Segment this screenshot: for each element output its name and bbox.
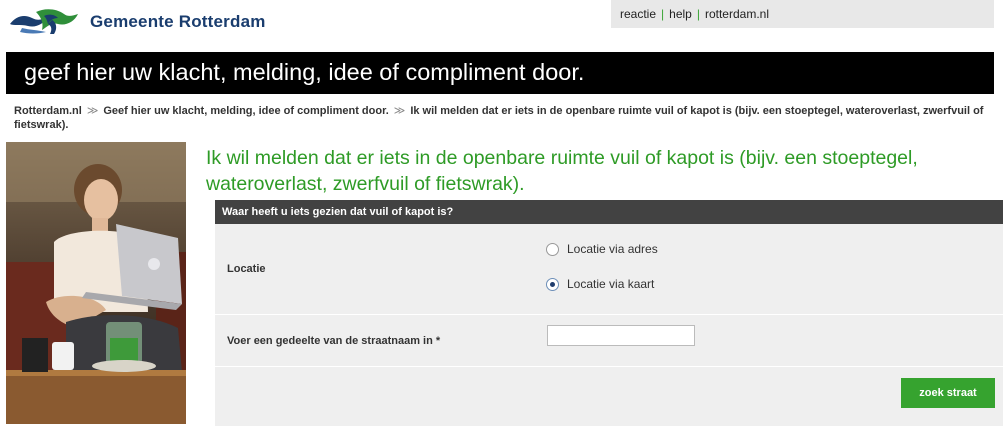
link-rotterdam-nl[interactable]: rotterdam.nl	[705, 7, 769, 21]
link-separator: |	[696, 7, 700, 21]
radio-unselected-icon[interactable]	[546, 242, 559, 256]
radio-selected-icon[interactable]	[546, 277, 559, 291]
page-banner: geef hier uw klacht, melding, idee of co…	[6, 52, 994, 94]
breadcrumb-arrow-icon: ≫	[86, 105, 99, 117]
link-separator: |	[661, 7, 665, 21]
location-label: Locatie	[227, 263, 266, 275]
hero-photo	[6, 142, 186, 424]
breadcrumb-item-feedback[interactable]: Geef hier uw klacht, melding, idee of co…	[103, 105, 388, 117]
street-input[interactable]	[547, 325, 695, 346]
radio-label: Locatie via kaart	[567, 277, 655, 291]
breadcrumb: Rotterdam.nl ≫ Geef hier uw klacht, meldin…	[14, 104, 1004, 132]
radio-location-map[interactable]: Locatie via kaart	[546, 277, 654, 291]
breadcrumb-arrow-icon: ≫	[393, 105, 406, 117]
utility-links: reactie | help | rotterdam.nl	[611, 0, 994, 28]
form-section-title: Waar heeft u iets gezien dat vuil of kap…	[215, 200, 1003, 224]
rotterdam-lion-logo-icon	[10, 9, 78, 34]
woman-with-laptop-image	[6, 142, 186, 424]
radio-label: Locatie via adres	[567, 242, 658, 256]
link-help[interactable]: help	[669, 7, 692, 21]
street-row: Voer een gedeelte van de straatnaam in *	[215, 315, 1003, 367]
location-row: Locatie Locatie via adres Locatie via ka…	[215, 224, 1003, 315]
logo-text: Gemeente Rotterdam	[90, 12, 266, 31]
logo[interactable]: Gemeente Rotterdam	[8, 8, 266, 36]
link-reactie[interactable]: reactie	[620, 7, 656, 21]
location-form: Waar heeft u iets gezien dat vuil of kap…	[215, 200, 1003, 426]
top-bar: Gemeente Rotterdam reactie | help | rotterda…	[0, 0, 1008, 40]
page-title: Ik wil melden dat er iets in de openbare…	[206, 147, 918, 195]
street-label: Voer een gedeelte van de straatnaam in *	[227, 335, 441, 347]
banner-title: geef hier uw klacht, melding, idee of co…	[24, 59, 585, 85]
radio-location-address[interactable]: Locatie via adres	[546, 242, 658, 256]
breadcrumb-item-home[interactable]: Rotterdam.nl	[14, 105, 82, 117]
search-street-button[interactable]: zoek straat	[901, 378, 995, 408]
